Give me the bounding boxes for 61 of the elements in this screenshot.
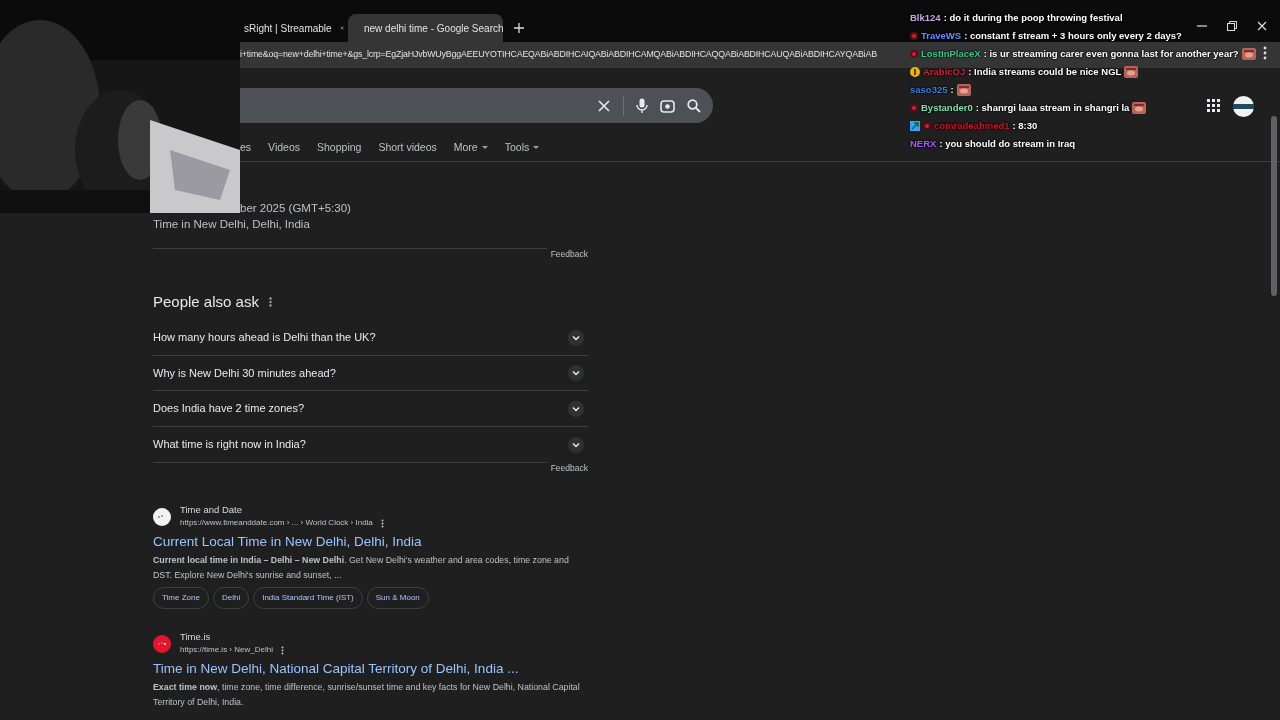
chat-message: : 8:30 — [1012, 118, 1038, 133]
chat-message: : is ur streaming carer even gonna last for another year? — [983, 46, 1239, 61]
more-options-icon[interactable] — [280, 645, 284, 655]
badge-icon — [923, 122, 931, 130]
account-avatar[interactable] — [1233, 96, 1254, 117]
chat-username: NERX — [910, 136, 937, 151]
chat-username: Bystander0 — [921, 100, 973, 115]
result-link[interactable]: Current Local Time in New Delhi, Delhi, India — [153, 531, 588, 553]
search-icon[interactable] — [687, 98, 701, 113]
microphone-icon[interactable] — [636, 97, 648, 114]
chat-message: : you should do stream in Iraq — [939, 136, 1076, 151]
question-row[interactable]: How many hours ahead is Delhi than the UK? — [153, 320, 588, 356]
site-path: https://time.is › New_Delhi — [180, 644, 273, 656]
search-filter-tab[interactable]: Videos — [268, 140, 300, 156]
camera-icon[interactable] — [660, 98, 675, 113]
search-field[interactable] — [240, 88, 713, 123]
badge-icon — [910, 67, 920, 77]
more-options-icon[interactable] — [268, 297, 272, 307]
chat-username: ArabicOJ — [923, 64, 966, 79]
chat-username: Blk124 — [910, 10, 941, 25]
new-tab-icon[interactable] — [513, 22, 525, 34]
badge-icon — [910, 104, 918, 112]
restore-icon[interactable] — [1225, 19, 1239, 33]
chat-message: : — [950, 82, 954, 97]
menu-icon[interactable] — [1263, 46, 1267, 60]
result-snippet: Current local time in India – Delhi – New Delhi. Get New Delhi's weather and area codes, time zone and DST. Explore New Delhi's sunrise and sunset, ... — [153, 554, 570, 582]
chat-message: : shanrgi laaa stream in shangri la — [975, 100, 1130, 115]
badge-icon — [910, 121, 920, 131]
date-text: ber 2025 (GMT+5:30) — [239, 201, 352, 216]
chat-message: : constant f stream + 3 hours only every 2 days? — [964, 28, 1182, 43]
site-name: Time and Date — [180, 504, 243, 516]
chat-message: : India streams could be nice NGL — [968, 64, 1122, 79]
chat-username: comradeahmed1 — [934, 118, 1010, 133]
chat-username: TraveWS — [921, 28, 962, 43]
chat-username: LostInPlaceX — [921, 46, 981, 61]
search-filter-tab[interactable]: Short videos — [378, 140, 437, 156]
badge-icon — [910, 50, 918, 58]
more-options-icon[interactable] — [380, 518, 384, 528]
chat-username: saso325 — [910, 82, 948, 97]
section-heading: People also ask — [153, 291, 259, 312]
close-icon[interactable] — [1255, 19, 1269, 33]
search-filter-tab[interactable]: es — [240, 140, 252, 156]
close-tab-icon[interactable] — [339, 23, 344, 33]
location-text: Time in New Delhi, Delhi, India — [153, 217, 311, 232]
address-text[interactable]: i+time&oq=new+delhi+time+&gs_lcrp=EgZjaHJvbWUyBggAEEUYOTIHCAEQABiABDIHCAIQABiABDIHCAMQABiABDIHCAQQABiABDIHCAUQABiABDIHCAYQABiAB — [240, 48, 877, 62]
search-filter-tab[interactable]: Tools — [504, 140, 540, 156]
result-snippet: Exact time now, time zone, time difference, sunrise/sunset time and key facts for New Delhi, National Capital Territory of Delhi, India. — [153, 681, 581, 709]
site-path: https://www.timeanddate.com › ... › World Clock › India — [180, 517, 373, 529]
chat-message: : do it during the poop throwing festival — [943, 10, 1123, 25]
search-filter-tab[interactable]: Shopping — [317, 140, 362, 156]
site-name: Time.is — [180, 631, 212, 643]
question-row[interactable]: Why is New Delhi 30 minutes ahead? — [153, 355, 588, 392]
question-row[interactable]: Does India have 2 time zones? — [153, 391, 588, 427]
browser-tab[interactable]: sRight | Streamable — [240, 14, 348, 42]
question-row[interactable]: What time is right now in India? — [153, 426, 588, 463]
browser-tab[interactable]: new delhi time - Google Search — [348, 14, 503, 42]
badge-icon — [910, 32, 918, 40]
result-link[interactable]: Time in New Delhi, National Capital Territory of Delhi, India ... — [153, 658, 588, 680]
apps-icon[interactable] — [1207, 99, 1220, 112]
search-filter-tab[interactable]: More — [453, 140, 488, 156]
clear-icon[interactable] — [597, 98, 611, 113]
